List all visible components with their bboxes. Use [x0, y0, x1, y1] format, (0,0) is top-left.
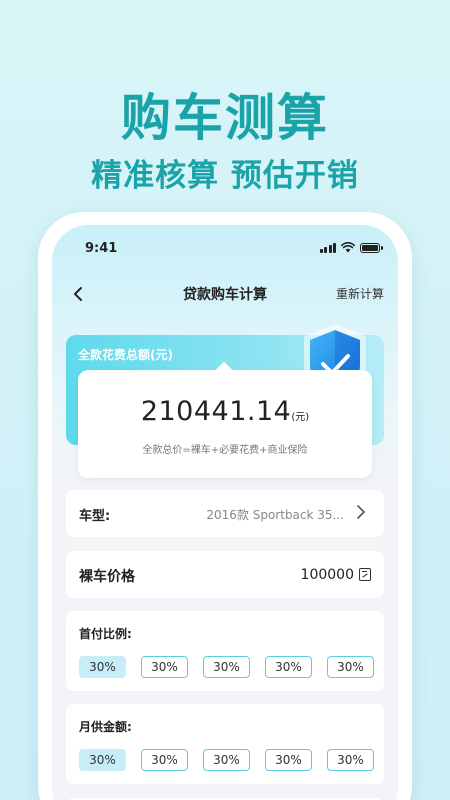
wifi-icon — [341, 242, 355, 253]
down-payment-option[interactable]: 30% — [265, 656, 312, 678]
car-model-value: 2016款 Sportback 35... — [206, 508, 344, 522]
monthly-payment-option[interactable]: 30% — [203, 749, 250, 771]
down-payment-option[interactable]: 30% — [203, 656, 250, 678]
down-payment-option[interactable]: 30% — [327, 656, 374, 678]
monthly-payment-label: 月供金额: — [79, 720, 132, 734]
status-time: 9:41 — [85, 241, 118, 256]
car-price-row[interactable]: 裸车价格 100000 — [66, 551, 384, 598]
reset-button[interactable]: 重新计算 — [336, 285, 384, 302]
battery-icon — [360, 242, 383, 253]
total-cost-label: 全款花费总额(元) — [78, 348, 173, 362]
car-price-label: 裸车价格 — [79, 569, 135, 585]
nav-bar: 贷款购车计算 重新计算 — [52, 280, 398, 310]
edit-calculator-icon[interactable] — [359, 568, 371, 581]
app-screen: 9:41 贷款购车计算 重新计算 全款花费总额(元) 210441.14(元) … — [52, 225, 398, 800]
promo-title: 购车测算 — [121, 89, 329, 147]
car-model-row[interactable]: 车型: 2016款 Sportback 35... — [66, 490, 384, 537]
down-payment-option[interactable]: 30% — [79, 656, 126, 678]
monthly-payment-options: 30% 30% 30% 30% 30% — [79, 749, 374, 771]
monthly-payment-option[interactable]: 30% — [327, 749, 374, 771]
total-amount-unit: (元) — [291, 412, 310, 423]
total-amount: 210441.14(元) — [78, 396, 372, 427]
down-payment-label: 首付比例: — [79, 627, 132, 641]
total-amount-panel: 210441.14(元) 全款总价=裸车+必要花费+商业保险 — [78, 361, 372, 478]
down-payment-options: 30% 30% 30% 30% 30% — [79, 656, 374, 678]
total-amount-value: 210441.14 — [140, 396, 292, 427]
cellular-signal-icon — [319, 242, 336, 253]
monthly-payment-section: 月供金额: 30% 30% 30% 30% 30% — [66, 704, 384, 784]
monthly-payment-option[interactable]: 30% — [265, 749, 312, 771]
total-formula-note: 全款总价=裸车+必要花费+商业保险 — [142, 445, 308, 456]
monthly-payment-option[interactable]: 30% — [141, 749, 188, 771]
promo-subtitle: 精准核算 预估开销 — [91, 158, 359, 194]
monthly-payment-option[interactable]: 30% — [79, 749, 126, 771]
status-bar: 9:41 — [52, 225, 398, 269]
chevron-right-icon — [357, 505, 365, 519]
car-model-label: 车型: — [79, 509, 111, 524]
down-payment-section: 首付比例: 30% 30% 30% 30% 30% — [66, 611, 384, 691]
down-payment-option[interactable]: 30% — [141, 656, 188, 678]
status-icons — [319, 242, 383, 253]
car-price-value[interactable]: 100000 — [301, 567, 354, 583]
